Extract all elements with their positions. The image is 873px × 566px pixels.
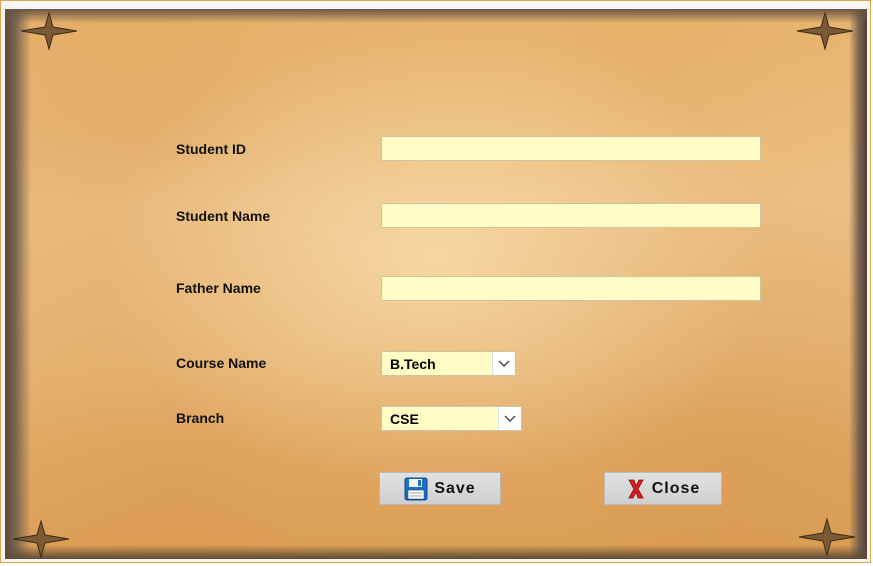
student-name-label: Student Name (176, 208, 271, 224)
floppy-disk-icon (404, 477, 428, 500)
student-name-input[interactable] (381, 203, 761, 228)
red-x-icon (628, 479, 644, 498)
course-name-label: Course Name (176, 355, 267, 371)
compass-star-icon (12, 519, 70, 559)
student-id-input[interactable] (381, 136, 761, 161)
branch-dropdown[interactable]: CSE (381, 406, 522, 431)
burnt-edge-right (849, 9, 867, 559)
burnt-edge-bottom (5, 545, 867, 559)
compass-star-icon (798, 517, 856, 557)
save-button-label: Save (434, 479, 476, 497)
close-button[interactable]: Close (604, 472, 722, 505)
compass-star-icon (796, 11, 854, 51)
app-window: Student ID Student Name Father Name Cour… (0, 0, 871, 563)
branch-selected-value: CSE (390, 411, 419, 427)
father-name-input[interactable] (381, 276, 761, 301)
save-button[interactable]: Save (379, 472, 501, 505)
student-id-label: Student ID (176, 141, 246, 157)
compass-star-icon (20, 11, 78, 51)
close-button-label: Close (651, 479, 701, 497)
course-name-dropdown[interactable]: B.Tech (381, 351, 516, 376)
chevron-down-icon[interactable] (492, 352, 515, 375)
burnt-edge-left (5, 9, 31, 559)
chevron-down-icon[interactable] (498, 407, 521, 430)
branch-label: Branch (176, 410, 225, 426)
father-name-label: Father Name (176, 280, 261, 296)
course-selected-value: B.Tech (390, 356, 436, 372)
burnt-edge-top (5, 9, 867, 23)
